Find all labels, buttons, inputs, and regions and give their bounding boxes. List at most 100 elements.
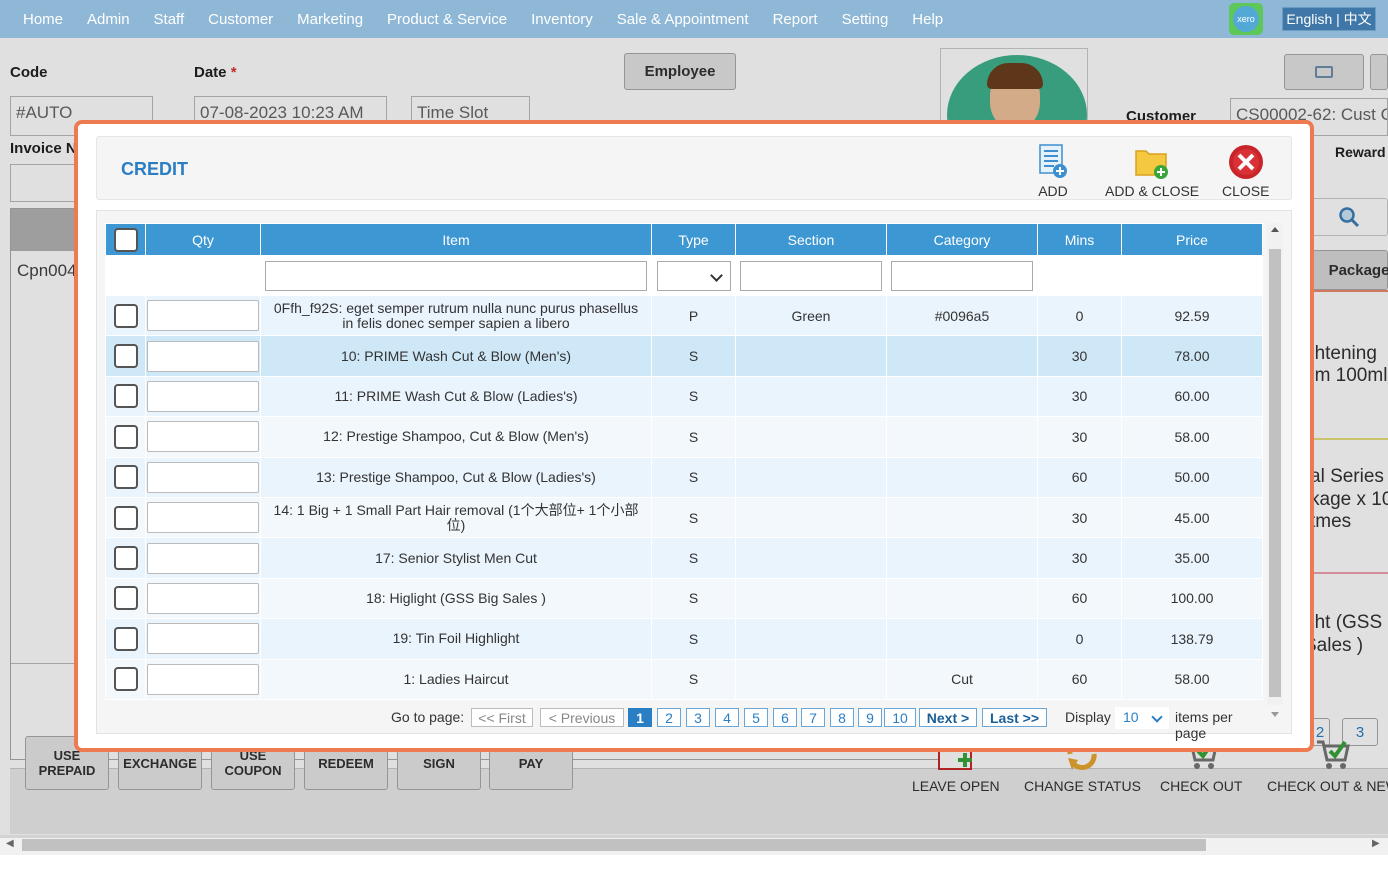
select-all-cell: [105, 223, 146, 256]
xero-logo-button[interactable]: xero: [1229, 3, 1263, 35]
qty-input[interactable]: [147, 502, 259, 534]
page-button-6[interactable]: 6: [773, 708, 797, 727]
page-button-9[interactable]: 9: [858, 708, 882, 727]
row-checkbox[interactable]: [113, 344, 138, 369]
page-button-8[interactable]: 8: [830, 708, 854, 727]
menu-inventory[interactable]: Inventory: [531, 11, 593, 28]
item-cell-text: 19: Tin Foil Highlight: [392, 630, 520, 647]
table-row[interactable]: 14: 1 Big + 1 Small Part Hair removal (1…: [105, 496, 1263, 539]
item-filter-input[interactable]: [265, 260, 647, 291]
page-button-1[interactable]: 1: [628, 708, 652, 727]
scroll-down-icon[interactable]: [1271, 712, 1279, 717]
qty-input[interactable]: [147, 380, 259, 412]
table-row[interactable]: 0Ffh_f92S: eget semper rutrum nulla nunc…: [105, 294, 1263, 337]
qty-input[interactable]: [147, 623, 259, 655]
row-checkbox[interactable]: [113, 384, 138, 409]
page-button-4[interactable]: 4: [715, 708, 739, 727]
qty-input[interactable]: [147, 663, 259, 695]
item-cell: 17: Senior Stylist Men Cut: [260, 537, 652, 579]
close-button[interactable]: CLOSE: [1222, 143, 1269, 199]
qty-input[interactable]: [147, 542, 259, 574]
type-cell-text: S: [688, 428, 699, 445]
scroll-up-icon[interactable]: [1271, 227, 1279, 232]
horizontal-scrollbar[interactable]: ◀ ▶: [0, 835, 1388, 855]
table-row[interactable]: 10: PRIME Wash Cut & Blow (Men's) S 30 78.0…: [105, 335, 1263, 377]
type-cell-text: S: [688, 348, 699, 365]
table-row[interactable]: 18: Higlight (GSS Big Sales ) S 60 100.00: [105, 577, 1263, 620]
table-row[interactable]: 1: Ladies Haircut S Cut 60 58.00: [105, 658, 1263, 700]
col-type[interactable]: Type: [651, 223, 736, 256]
category-filter-input[interactable]: [891, 260, 1033, 291]
page-button-5[interactable]: 5: [744, 708, 768, 727]
menu-home[interactable]: Home: [23, 11, 63, 28]
type-filter-select[interactable]: [656, 260, 731, 291]
add-button[interactable]: ADD: [1035, 143, 1071, 199]
row-checkbox[interactable]: [113, 546, 138, 571]
menu-setting[interactable]: Setting: [842, 11, 889, 28]
scroll-right-icon[interactable]: ▶: [1372, 838, 1380, 849]
qty-input[interactable]: [147, 582, 259, 614]
mins-cell-text: 30: [1071, 428, 1088, 445]
first-page-button[interactable]: << First: [471, 708, 533, 727]
items-per-page-select[interactable]: 10: [1115, 707, 1169, 729]
menu-admin[interactable]: Admin: [87, 11, 130, 28]
menu-marketing[interactable]: Marketing: [297, 11, 363, 28]
select-all-checkbox[interactable]: [113, 227, 138, 252]
table-row[interactable]: 19: Tin Foil Highlight S 0 138.79: [105, 618, 1263, 660]
next-page-button[interactable]: Next >: [919, 708, 977, 727]
row-checkbox[interactable]: [113, 505, 138, 530]
type-cell: S: [651, 335, 736, 377]
table-row[interactable]: 12: Prestige Shampoo, Cut & Blow (Men's)…: [105, 416, 1263, 458]
category-cell: [886, 618, 1038, 660]
add-label: ADD: [1038, 183, 1068, 199]
top-navigation: Home Admin Staff Customer Marketing Prod…: [0, 0, 1388, 38]
row-checkbox[interactable]: [113, 586, 138, 611]
table-row[interactable]: 13: Prestige Shampoo, Cut & Blow (Ladies…: [105, 456, 1263, 498]
menu-product-service[interactable]: Product & Service: [387, 11, 507, 28]
type-cell: S: [651, 537, 736, 579]
category-cell-text: #0096a5: [934, 307, 990, 324]
section-filter-input[interactable]: [740, 260, 882, 291]
price-cell: 60.00: [1121, 375, 1263, 418]
col-price[interactable]: Price: [1121, 223, 1263, 256]
page-button-2[interactable]: 2: [657, 708, 681, 727]
mins-cell-text: 60: [1071, 590, 1088, 607]
grid-vertical-scrollbar[interactable]: [1267, 223, 1283, 717]
page-button-10[interactable]: 10: [884, 708, 916, 727]
row-checkbox[interactable]: [113, 465, 138, 490]
table-row[interactable]: 11: PRIME Wash Cut & Blow (Ladies's) S 30 6…: [105, 375, 1263, 418]
mins-cell: 60: [1037, 577, 1122, 620]
col-section[interactable]: Section: [735, 223, 887, 256]
col-category[interactable]: Category: [886, 223, 1038, 256]
page-button-3[interactable]: 3: [686, 708, 710, 727]
item-cell-text: 1: Ladies Haircut: [403, 670, 509, 687]
row-checkbox[interactable]: [113, 667, 138, 692]
menu-sale-appointment[interactable]: Sale & Appointment: [617, 11, 749, 28]
col-mins[interactable]: Mins: [1037, 223, 1122, 256]
row-checkbox[interactable]: [113, 626, 138, 651]
grid-scroll-thumb[interactable]: [1269, 249, 1281, 697]
horizontal-scroll-thumb[interactable]: [22, 839, 1206, 851]
menu-customer[interactable]: Customer: [208, 11, 273, 28]
qty-input[interactable]: [147, 421, 259, 453]
menu-staff[interactable]: Staff: [154, 11, 185, 28]
qty-input[interactable]: [147, 340, 259, 372]
menu-help[interactable]: Help: [912, 11, 943, 28]
page-button-7[interactable]: 7: [801, 708, 825, 727]
qty-input[interactable]: [147, 300, 259, 332]
col-qty[interactable]: Qty: [145, 223, 261, 256]
row-checkbox[interactable]: [113, 424, 138, 449]
col-item[interactable]: Item: [260, 223, 652, 256]
table-row[interactable]: 17: Senior Stylist Men Cut S 30 35.00: [105, 537, 1263, 579]
qty-input[interactable]: [147, 461, 259, 493]
section-cell: [735, 375, 887, 418]
mins-cell: 30: [1037, 416, 1122, 458]
row-checkbox[interactable]: [113, 303, 138, 328]
menu-report[interactable]: Report: [773, 11, 818, 28]
main-menu: Home Admin Staff Customer Marketing Prod…: [0, 0, 967, 38]
language-switch[interactable]: English | 中文: [1282, 7, 1376, 31]
last-page-button[interactable]: Last >>: [982, 708, 1047, 727]
previous-page-button[interactable]: < Previous: [540, 708, 624, 727]
add-close-button[interactable]: ADD & CLOSE: [1105, 143, 1199, 199]
scroll-left-icon[interactable]: ◀: [6, 838, 14, 849]
